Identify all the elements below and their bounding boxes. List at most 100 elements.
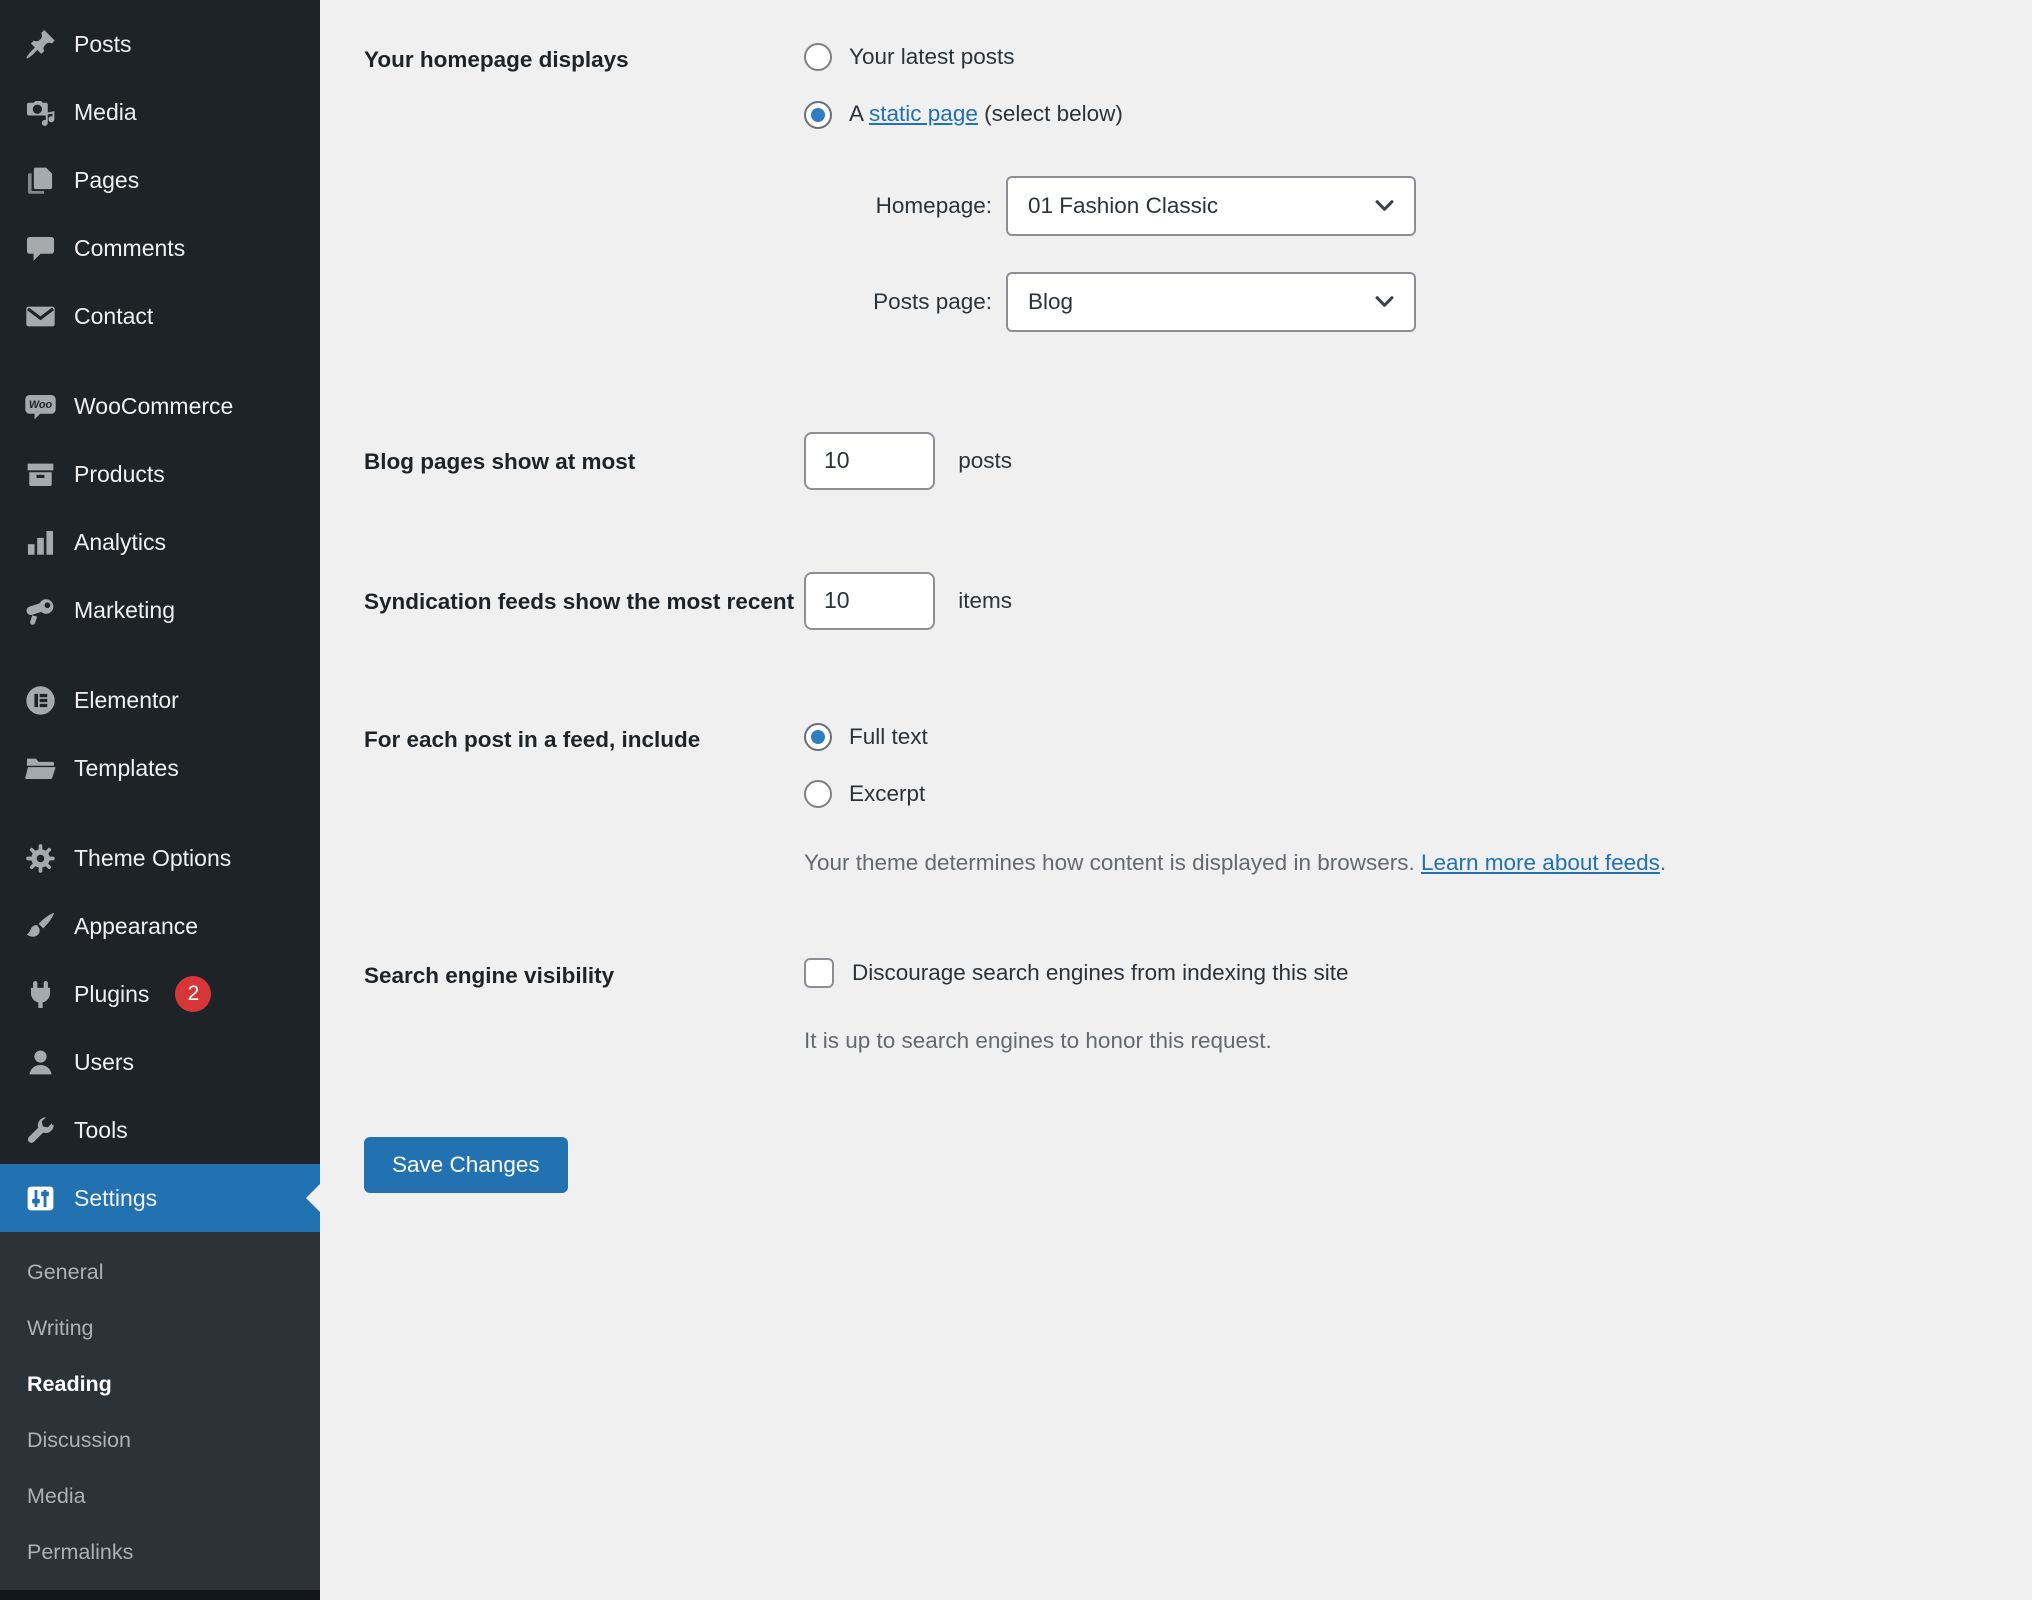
posts-page-select-row: Posts page: Blog bbox=[840, 272, 1416, 332]
woocommerce-icon: Woo bbox=[22, 388, 58, 424]
sidebar-item-templates[interactable]: Templates bbox=[0, 734, 320, 802]
sidebar-item-label: Templates bbox=[74, 755, 179, 782]
sidebar-item-label: Analytics bbox=[74, 529, 166, 556]
syndication-row: Syndication feeds show the most recent i… bbox=[364, 572, 1972, 630]
sidebar-item-label: Plugins bbox=[74, 981, 149, 1008]
posts-page-select-value: Blog bbox=[1028, 287, 1073, 317]
sidebar-item-users[interactable]: Users bbox=[0, 1028, 320, 1096]
homepage-select-value: 01 Fashion Classic bbox=[1028, 191, 1218, 221]
sidebar-item-theme-options[interactable]: Theme Options bbox=[0, 824, 320, 892]
submenu-item-reading[interactable]: Reading bbox=[0, 1356, 320, 1412]
paintbrush-icon bbox=[22, 908, 58, 944]
sidebar-item-analytics[interactable]: Analytics bbox=[0, 508, 320, 576]
sidebar-item-label: Posts bbox=[74, 31, 132, 58]
gear-icon bbox=[22, 840, 58, 876]
sliders-icon bbox=[22, 1180, 58, 1216]
sidebar-item-pages[interactable]: Pages bbox=[0, 146, 320, 214]
static-page-prefix: A bbox=[849, 101, 869, 126]
sidebar-item-label: Elementor bbox=[74, 687, 179, 714]
checkbox-unchecked-icon[interactable] bbox=[804, 958, 834, 988]
feed-content-label: For each post in a feed, include bbox=[364, 722, 804, 755]
static-page-radio-option[interactable]: A static page (select below) bbox=[804, 99, 1416, 129]
sidebar-item-label: Products bbox=[74, 461, 165, 488]
pages-icon bbox=[22, 162, 58, 198]
latest-posts-radio-label: Your latest posts bbox=[849, 42, 1015, 72]
box-icon bbox=[22, 456, 58, 492]
bar-chart-icon bbox=[22, 524, 58, 560]
blog-pages-label: Blog pages show at most bbox=[364, 444, 804, 477]
chevron-down-icon bbox=[1371, 192, 1398, 219]
sidebar-bottom-strip bbox=[0, 1590, 320, 1600]
sidebar-item-label: WooCommerce bbox=[74, 393, 233, 420]
syndication-items-input[interactable] bbox=[804, 572, 935, 630]
sidebar-item-label: Tools bbox=[74, 1117, 128, 1144]
radio-unchecked-icon[interactable] bbox=[804, 780, 832, 808]
svg-text:Woo: Woo bbox=[28, 398, 52, 410]
sidebar-item-tools[interactable]: Tools bbox=[0, 1096, 320, 1164]
excerpt-radio-option[interactable]: Excerpt bbox=[804, 779, 1666, 809]
blog-pages-row: Blog pages show at most posts bbox=[364, 432, 1972, 490]
envelope-icon bbox=[22, 298, 58, 334]
homepage-select-row: Homepage: 01 Fashion Classic bbox=[840, 176, 1416, 236]
sidebar-item-comments[interactable]: Comments bbox=[0, 214, 320, 282]
full-text-radio-label: Full text bbox=[849, 722, 928, 752]
plugins-update-badge: 2 bbox=[175, 976, 211, 1012]
submenu-item-writing[interactable]: Writing bbox=[0, 1300, 320, 1356]
syndication-label: Syndication feeds show the most recent bbox=[364, 584, 804, 617]
sidebar-item-woocommerce[interactable]: Woo WooCommerce bbox=[0, 372, 320, 440]
sidebar-item-label: Appearance bbox=[74, 913, 198, 940]
sidebar-item-label: Pages bbox=[74, 167, 139, 194]
submenu-item-permalinks[interactable]: Permalinks bbox=[0, 1524, 320, 1580]
sidebar-item-posts[interactable]: Posts bbox=[0, 10, 320, 78]
pushpin-icon bbox=[22, 26, 58, 62]
radio-unchecked-icon[interactable] bbox=[804, 43, 832, 71]
wrench-icon bbox=[22, 1112, 58, 1148]
sidebar-item-contact[interactable]: Contact bbox=[0, 282, 320, 350]
wordpress-admin-reading-settings: Posts Media Pages Comments Contact Woo W… bbox=[0, 0, 2032, 1600]
homepage-select[interactable]: 01 Fashion Classic bbox=[1006, 176, 1416, 236]
sidebar-item-label: Users bbox=[74, 1049, 134, 1076]
sidebar-item-elementor[interactable]: Elementor bbox=[0, 666, 320, 734]
folder-icon bbox=[22, 750, 58, 786]
submenu-item-media[interactable]: Media bbox=[0, 1468, 320, 1524]
submenu-item-discussion[interactable]: Discussion bbox=[0, 1412, 320, 1468]
discourage-indexing-label: Discourage search engines from indexing … bbox=[852, 958, 1349, 988]
full-text-radio-option[interactable]: Full text bbox=[804, 722, 1666, 752]
sidebar-item-appearance[interactable]: Appearance bbox=[0, 892, 320, 960]
chevron-down-icon bbox=[1371, 288, 1398, 315]
feed-note: Your theme determines how content is dis… bbox=[804, 848, 1666, 878]
reading-settings-form: Your homepage displays Your latest posts… bbox=[320, 0, 2032, 1600]
sidebar-item-label: Theme Options bbox=[74, 845, 231, 872]
sidebar-item-products[interactable]: Products bbox=[0, 440, 320, 508]
discourage-indexing-option[interactable]: Discourage search engines from indexing … bbox=[804, 958, 1349, 988]
sidebar-item-label: Media bbox=[74, 99, 137, 126]
sidebar-item-settings[interactable]: Settings bbox=[0, 1164, 320, 1232]
radio-checked-icon[interactable] bbox=[804, 723, 832, 751]
sidebar-item-label: Contact bbox=[74, 303, 153, 330]
admin-sidebar: Posts Media Pages Comments Contact Woo W… bbox=[0, 0, 320, 1600]
homepage-displays-label: Your homepage displays bbox=[364, 42, 804, 75]
latest-posts-radio-option[interactable]: Your latest posts bbox=[804, 42, 1416, 72]
submenu-item-general[interactable]: General bbox=[0, 1244, 320, 1300]
static-page-link[interactable]: static page bbox=[869, 101, 978, 126]
sidebar-item-label: Comments bbox=[74, 235, 185, 262]
radio-checked-icon[interactable] bbox=[804, 101, 832, 129]
learn-more-feeds-link[interactable]: Learn more about feeds bbox=[1421, 850, 1660, 875]
sidebar-item-label: Settings bbox=[74, 1185, 157, 1212]
settings-submenu: General Writing Reading Discussion Media… bbox=[0, 1232, 320, 1590]
homepage-select-label: Homepage: bbox=[840, 191, 992, 221]
feed-content-row: For each post in a feed, include Full te… bbox=[364, 722, 1972, 878]
posts-page-select[interactable]: Blog bbox=[1006, 272, 1416, 332]
plug-icon bbox=[22, 976, 58, 1012]
blog-pages-input[interactable] bbox=[804, 432, 935, 490]
megaphone-icon bbox=[22, 592, 58, 628]
sidebar-item-media[interactable]: Media bbox=[0, 78, 320, 146]
elementor-icon bbox=[22, 682, 58, 718]
sidebar-item-plugins[interactable]: Plugins 2 bbox=[0, 960, 320, 1028]
sidebar-item-label: Marketing bbox=[74, 597, 175, 624]
homepage-displays-row: Your homepage displays Your latest posts… bbox=[364, 42, 1972, 332]
save-changes-button[interactable]: Save Changes bbox=[364, 1137, 568, 1193]
sidebar-item-marketing[interactable]: Marketing bbox=[0, 576, 320, 644]
static-page-suffix: (select below) bbox=[978, 101, 1123, 126]
search-visibility-note: It is up to search engines to honor this… bbox=[804, 1026, 1349, 1056]
